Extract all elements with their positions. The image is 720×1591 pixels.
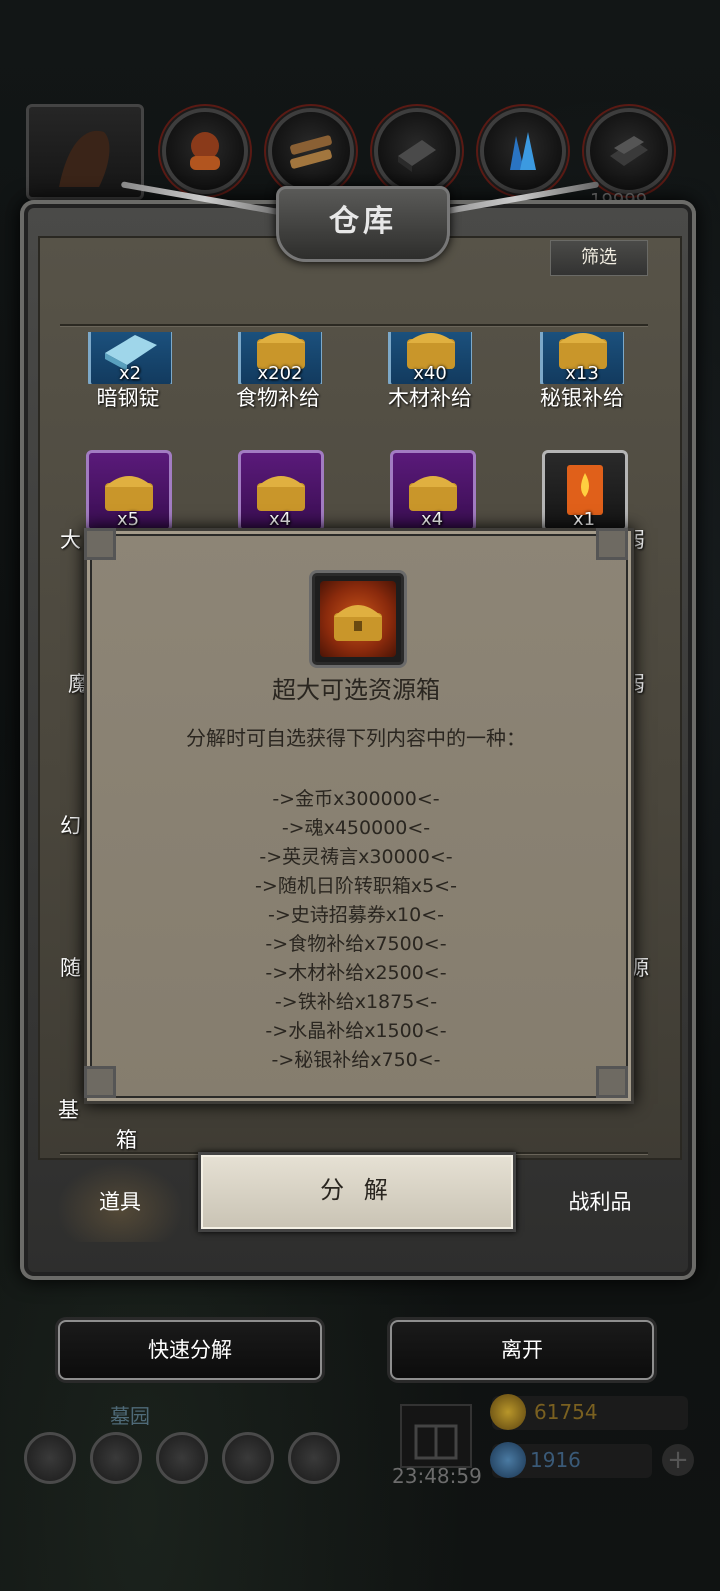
popup-corner (596, 528, 628, 560)
item-slot[interactable]: x5 (86, 450, 172, 532)
decompose-button[interactable]: 分 解 (198, 1152, 516, 1232)
location-label: 墓园 (110, 1404, 150, 1428)
reward-option: ->魂x450000<- (281, 817, 431, 839)
wood-icon (290, 135, 332, 169)
meat-icon (190, 132, 220, 170)
item-count: x1 (572, 509, 596, 530)
reward-option: ->史诗招募券x10<- (268, 904, 444, 926)
item-count: x202 (257, 363, 303, 384)
filter-button[interactable]: 筛选 (550, 240, 648, 276)
iron-icon (398, 140, 436, 172)
treasure-chest-icon (320, 581, 396, 657)
item-slot[interactable]: x2 (88, 332, 172, 384)
quick-decompose-button[interactable]: 快速分解 (58, 1320, 322, 1380)
gem-amount: 1916 (530, 1448, 581, 1472)
meat-tab[interactable] (162, 108, 248, 194)
reward-option: ->铁补给x1875<- (274, 991, 438, 1013)
tab-loot[interactable]: 战利品 (540, 1162, 660, 1242)
item-count: x40 (413, 363, 447, 384)
item-name: 暗钢锭 (96, 386, 160, 410)
tab-items[interactable]: 道具 (56, 1162, 184, 1242)
item-name-fragment: 基 (58, 1098, 79, 1122)
gem-icon (490, 1442, 526, 1478)
character-icon (59, 130, 110, 187)
item-name: 木材补给 (388, 386, 472, 410)
reward-option: ->秘银补给x750<- (271, 1049, 441, 1071)
window-title: 仓库 (276, 186, 450, 262)
popup-description: 分解时可自选获得下列内容中的一种： (186, 726, 526, 750)
popup-item-icon (309, 570, 407, 668)
item-name-fragment: 大 (60, 528, 81, 552)
item-count: x4 (268, 509, 292, 530)
item-name: 食物补给 (236, 386, 320, 410)
gold-amount: 61754 (534, 1400, 598, 1424)
item-count: x2 (118, 363, 142, 384)
settings-icon[interactable] (24, 1432, 76, 1484)
leave-button[interactable]: 离开 (390, 1320, 654, 1380)
item-name: 秘银补给 (540, 386, 624, 410)
item-name-fragment: 幻 (60, 814, 81, 838)
item-slot[interactable]: x202 (238, 332, 322, 384)
mail-icon[interactable] (222, 1432, 274, 1484)
item-count: x4 (420, 509, 444, 530)
item-slot[interactable]: x13 (540, 332, 624, 384)
item-name-fragment: 箱 (116, 1128, 137, 1152)
reward-option: ->食物补给x7500<- (265, 933, 447, 955)
item-slot[interactable]: x4 (238, 450, 324, 532)
item-slot[interactable]: x1 (542, 450, 628, 532)
wood-tab[interactable] (268, 108, 354, 194)
reward-option: ->木材补给x2500<- (265, 962, 447, 984)
gift-icon[interactable] (400, 1404, 472, 1468)
reward-option: ->英灵祷言x30000<- (259, 846, 453, 868)
item-slot[interactable]: x40 (388, 332, 472, 384)
item-name-fragment: 随 (60, 956, 81, 980)
mithril-icon (610, 136, 648, 166)
book-icon[interactable] (156, 1432, 208, 1484)
map-icon[interactable] (288, 1432, 340, 1484)
add-currency-icon[interactable]: + (662, 1444, 694, 1476)
reward-option: ->水晶补给x1500<- (265, 1020, 447, 1042)
popup-title: 超大可选资源箱 (272, 676, 440, 704)
gold-icon (490, 1394, 526, 1430)
iron-tab[interactable] (374, 108, 460, 194)
mithril-tab[interactable] (586, 108, 672, 194)
item-count: x13 (565, 363, 599, 384)
timer: 23:48:59 (392, 1464, 482, 1488)
popup-corner (84, 528, 116, 560)
reward-option: ->金币x300000<- (272, 788, 440, 810)
crystal-icon (510, 132, 536, 170)
crystal-tab[interactable] (480, 108, 566, 194)
reward-option: ->随机日阶转职箱x5<- (255, 875, 457, 897)
star-icon[interactable] (90, 1432, 142, 1484)
item-slot[interactable]: x4 (390, 450, 476, 532)
item-count: x5 (116, 509, 140, 530)
divider (60, 324, 648, 326)
